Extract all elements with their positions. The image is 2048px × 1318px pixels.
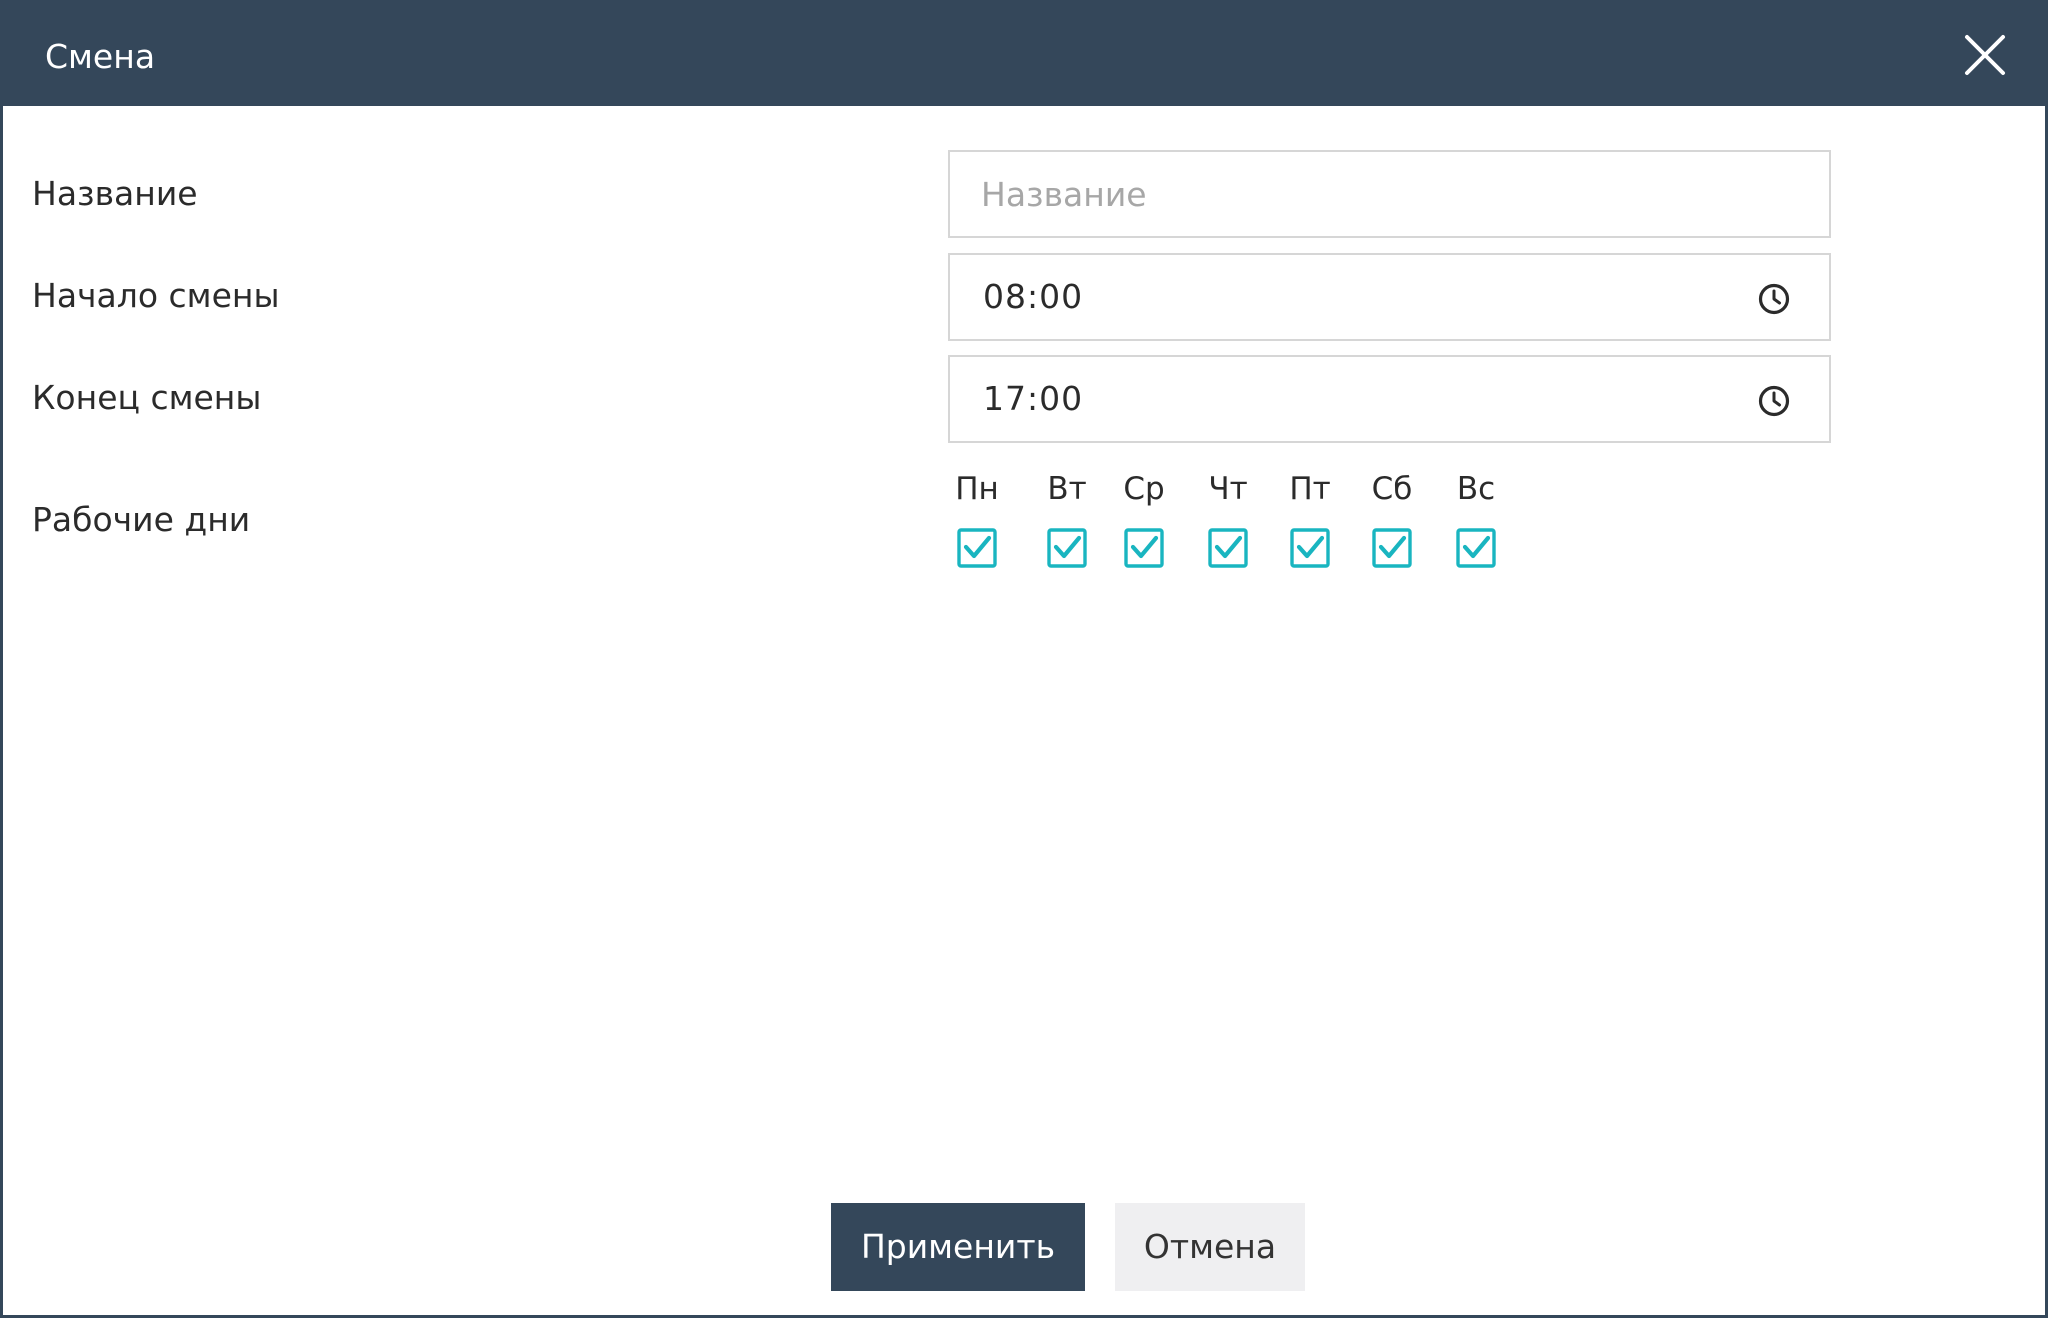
day-saturday: Сб xyxy=(1352,469,1432,579)
apply-button[interactable]: Применить xyxy=(831,1203,1085,1291)
name-input[interactable] xyxy=(950,152,1829,236)
checkbox-monday[interactable] xyxy=(957,528,997,568)
day-sunday: Вс xyxy=(1436,469,1516,579)
close-icon xyxy=(1965,35,2005,75)
checkbox-friday[interactable] xyxy=(1290,528,1330,568)
checkbox-checked-icon xyxy=(1456,528,1496,568)
end-time-field[interactable]: 17:00 xyxy=(948,355,1831,443)
day-label: Вт xyxy=(1047,471,1087,507)
checkbox-thursday[interactable] xyxy=(1208,528,1248,568)
checkbox-checked-icon xyxy=(1047,528,1087,568)
checkbox-checked-icon xyxy=(1372,528,1412,568)
start-time-value: 08:00 xyxy=(983,277,1084,316)
day-label: Чт xyxy=(1208,471,1248,507)
day-friday: Пт xyxy=(1270,469,1350,579)
name-field xyxy=(948,150,1831,238)
day-label: Пт xyxy=(1289,471,1331,507)
cancel-button[interactable]: Отмена xyxy=(1115,1203,1305,1291)
checkbox-saturday[interactable] xyxy=(1372,528,1412,568)
day-thursday: Чт xyxy=(1188,469,1268,579)
checkbox-tuesday[interactable] xyxy=(1047,528,1087,568)
start-time-field[interactable]: 08:00 xyxy=(948,253,1831,341)
workdays-label: Рабочие дни xyxy=(32,500,251,539)
day-label: Пн xyxy=(955,471,999,507)
shift-dialog: Смена Название Начало смены 08:00 Конец … xyxy=(0,0,2048,1318)
day-wednesday: Ср xyxy=(1104,469,1184,579)
name-label: Название xyxy=(32,174,198,213)
dialog-header: Смена xyxy=(3,3,2045,106)
clock-icon[interactable] xyxy=(1757,384,1791,418)
checkbox-sunday[interactable] xyxy=(1456,528,1496,568)
day-label: Вс xyxy=(1456,471,1496,507)
day-monday: Пн xyxy=(937,469,1017,579)
checkbox-checked-icon xyxy=(1124,528,1164,568)
end-time-label: Конец смены xyxy=(32,378,262,417)
checkbox-wednesday[interactable] xyxy=(1124,528,1164,568)
day-tuesday: Вт xyxy=(1027,469,1107,579)
day-label: Сб xyxy=(1371,471,1413,507)
close-button[interactable] xyxy=(1961,31,2009,79)
end-time-value: 17:00 xyxy=(983,379,1084,418)
start-time-label: Начало смены xyxy=(32,276,280,315)
checkbox-checked-icon xyxy=(957,528,997,568)
clock-icon[interactable] xyxy=(1757,282,1791,316)
checkbox-checked-icon xyxy=(1208,528,1248,568)
dialog-title: Смена xyxy=(45,37,156,76)
day-label: Ср xyxy=(1123,471,1165,507)
checkbox-checked-icon xyxy=(1290,528,1330,568)
